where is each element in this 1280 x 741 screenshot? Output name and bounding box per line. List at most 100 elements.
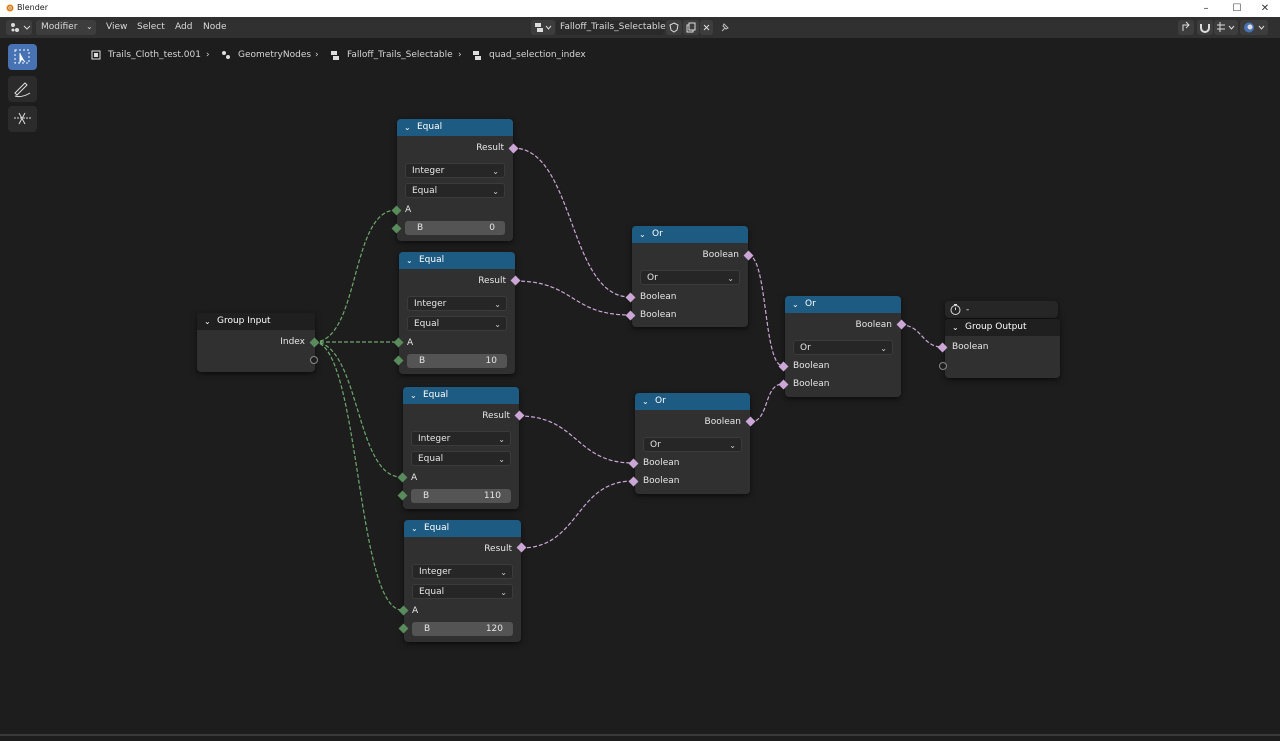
- node-header[interactable]: ⌄ Equal: [397, 119, 513, 136]
- field-value: 10: [485, 356, 497, 366]
- chevron-down-icon[interactable]: ⌄: [411, 520, 418, 537]
- operation-dropdown[interactable]: Equal ⌄: [405, 183, 505, 198]
- dropdown-value: Or: [650, 440, 661, 450]
- operation-dropdown[interactable]: Or ⌄: [643, 437, 742, 452]
- node-title: Equal: [417, 122, 443, 132]
- dropdown-value: Integer: [419, 567, 452, 577]
- chevron-down-icon[interactable]: ⌄: [642, 393, 649, 410]
- operation-dropdown[interactable]: Or ⌄: [793, 340, 893, 355]
- group-input-node[interactable]: ⌄ Group Input Index: [197, 313, 315, 372]
- node-title: Or: [805, 299, 816, 309]
- or-node-2[interactable]: ⌄ Or Boolean Or ⌄ Boolean Boolean: [635, 393, 750, 494]
- dropdown-value: Equal: [418, 454, 444, 464]
- socket-label-boolean: Boolean: [640, 292, 677, 302]
- node-header[interactable]: ⌄ Equal: [399, 252, 515, 269]
- socket-label-boolean: Boolean: [793, 361, 830, 371]
- field-value: 120: [485, 624, 503, 634]
- link-or1-or3: [747, 254, 784, 367]
- node-title: Equal: [423, 390, 449, 400]
- chevron-down-icon: ⌄: [492, 187, 499, 196]
- node-title: Equal: [419, 255, 445, 265]
- node-title: Group Output: [965, 322, 1027, 332]
- data-type-dropdown[interactable]: Integer ⌄: [407, 296, 507, 311]
- chevron-down-icon: ⌄: [492, 167, 499, 176]
- node-title: Or: [652, 229, 663, 239]
- editor-bottom-border: [0, 734, 1280, 736]
- dropdown-value: Equal: [414, 319, 440, 329]
- operation-dropdown[interactable]: Equal ⌄: [412, 584, 513, 599]
- field-value: 0: [489, 223, 495, 233]
- chevron-down-icon: ⌄: [727, 274, 734, 283]
- dropdown-value: Or: [647, 273, 658, 283]
- socket-label-boolean: Boolean: [704, 417, 741, 427]
- chevron-down-icon: ⌄: [494, 300, 501, 309]
- link-equal3-or2: [518, 415, 634, 464]
- equal-node-2[interactable]: ⌄ Equal Result Integer ⌄ Equal ⌄ A B 10: [399, 252, 515, 374]
- socket-label-a: A: [405, 205, 412, 215]
- link-index-equal3: [313, 341, 402, 478]
- node-title: Group Input: [217, 316, 271, 326]
- chevron-down-icon: ⌄: [500, 568, 507, 577]
- data-type-dropdown[interactable]: Integer ⌄: [411, 431, 511, 446]
- chevron-down-icon[interactable]: ⌄: [792, 296, 799, 313]
- b-value-field[interactable]: B 120: [412, 622, 513, 636]
- operation-dropdown[interactable]: Or ⌄: [640, 270, 740, 285]
- socket-label-boolean: Boolean: [640, 310, 677, 320]
- chevron-down-icon: ⌄: [498, 455, 505, 464]
- node-header[interactable]: ⌄ Equal: [404, 520, 521, 537]
- chevron-down-icon[interactable]: ⌄: [406, 252, 413, 269]
- link-index-equal1: [313, 209, 397, 343]
- socket-label-result: Result: [482, 411, 510, 421]
- chevron-down-icon[interactable]: ⌄: [404, 119, 411, 136]
- chevron-down-icon[interactable]: ⌄: [410, 387, 417, 404]
- data-type-dropdown[interactable]: Integer ⌄: [412, 564, 513, 579]
- field-value: 110: [483, 491, 501, 501]
- b-value-field[interactable]: B 110: [411, 489, 511, 503]
- socket-label-result: Result: [478, 276, 506, 286]
- socket-label-index: Index: [280, 337, 305, 347]
- equal-node-3[interactable]: ⌄ Equal Result Integer ⌄ Equal ⌄ A B 110: [403, 387, 519, 509]
- frame-label: -: [966, 305, 970, 315]
- socket-label-boolean: Boolean: [702, 250, 739, 260]
- operation-dropdown[interactable]: Equal ⌄: [411, 451, 511, 466]
- socket-label-boolean: Boolean: [793, 379, 830, 389]
- equal-node-4[interactable]: ⌄ Equal Result Integer ⌄ Equal ⌄ A B 120: [404, 520, 521, 642]
- node-header[interactable]: ⌄ Or: [632, 226, 748, 243]
- node-header[interactable]: ⌄ Equal: [403, 387, 519, 404]
- data-type-dropdown[interactable]: Integer ⌄: [405, 163, 505, 178]
- link-index-equal4: [313, 341, 403, 611]
- socket-label-a: A: [411, 473, 418, 483]
- node-header[interactable]: ⌄ Group Output: [945, 319, 1060, 336]
- chevron-down-icon[interactable]: ⌄: [952, 319, 959, 336]
- dropdown-value: Integer: [412, 166, 445, 176]
- chevron-down-icon[interactable]: ⌄: [639, 226, 646, 243]
- b-value-field[interactable]: B 10: [407, 354, 507, 368]
- frame-label-box[interactable]: -: [945, 301, 1058, 318]
- socket-label-result: Result: [476, 143, 504, 153]
- link-or3-output: [900, 324, 943, 348]
- chevron-down-icon: ⌄: [880, 344, 887, 353]
- socket-label-boolean: Boolean: [643, 458, 680, 468]
- socket-label-result: Result: [484, 544, 512, 554]
- socket-label-boolean: Boolean: [643, 476, 680, 486]
- or-node-1[interactable]: ⌄ Or Boolean Or ⌄ Boolean Boolean: [632, 226, 748, 327]
- operation-dropdown[interactable]: Equal ⌄: [407, 316, 507, 331]
- equal-node-1[interactable]: ⌄ Equal Result Integer ⌄ Equal ⌄ A B0: [397, 119, 513, 241]
- chevron-down-icon[interactable]: ⌄: [204, 313, 211, 330]
- chevron-down-icon: ⌄: [500, 588, 507, 597]
- field-label: B: [424, 624, 431, 634]
- socket-empty-input[interactable]: [939, 362, 947, 370]
- node-title: Or: [655, 396, 666, 406]
- node-header[interactable]: ⌄ Group Input: [197, 313, 315, 330]
- node-header[interactable]: ⌄ Or: [635, 393, 750, 410]
- link-equal4-or2: [520, 480, 634, 549]
- stopwatch-icon: [950, 304, 961, 315]
- field-label: B: [423, 491, 430, 501]
- b-value-field[interactable]: B0: [405, 221, 505, 235]
- group-output-node[interactable]: ⌄ Group Output Boolean: [945, 319, 1060, 378]
- node-header[interactable]: ⌄ Or: [785, 296, 901, 313]
- node-title: Equal: [424, 523, 450, 533]
- socket-empty-output[interactable]: [310, 356, 318, 364]
- or-node-3[interactable]: ⌄ Or Boolean Or ⌄ Boolean Boolean: [785, 296, 901, 397]
- dropdown-value: Integer: [418, 434, 451, 444]
